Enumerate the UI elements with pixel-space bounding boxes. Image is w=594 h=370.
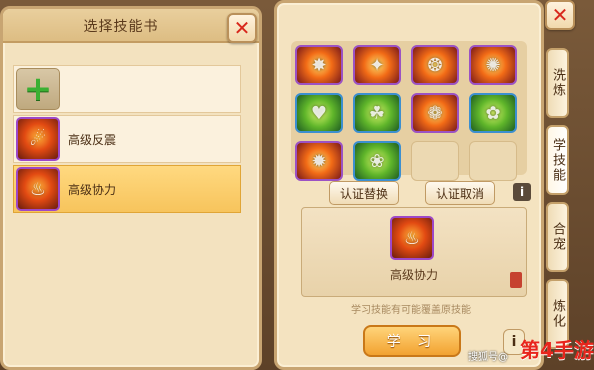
selected-skill-icon: ♨ (390, 216, 434, 260)
skill-slot[interactable]: ❁ (411, 93, 459, 133)
skill-slot[interactable]: ✹ (295, 141, 343, 181)
tab-merge-pet[interactable]: 合宠 (546, 202, 569, 272)
nature-skill-icon: ❀ (369, 150, 385, 172)
fire-skill-icon: ✦ (369, 54, 385, 76)
learn-skill-panel: ✸ ✦ ❂ ✺ ♥ ☘ ❁ ✿ ✹ ❀ 认证替换 认证取消 i ♨ 高级协力 学… (274, 0, 544, 370)
certify-replace-button[interactable]: 认证替换 (329, 181, 399, 205)
tab-refine[interactable]: 洗炼 (546, 48, 569, 118)
fire-skill-icon: ❁ (427, 102, 443, 124)
close-icon: ✕ (233, 16, 251, 40)
fire-skill-icon: ❂ (427, 54, 443, 76)
skill-book-window: 选择技能书 ✕ + ☄ 高级反震 ♨ 高级协力 (0, 6, 262, 370)
watermark-text: 搜狐号@ (468, 352, 508, 363)
window-header: 选择技能书 (3, 9, 259, 43)
skill-book-item-selected[interactable]: ♨ 高级协力 (13, 165, 241, 213)
slot-label: 高级协力 (68, 182, 117, 197)
skill-slot[interactable]: ✦ (353, 45, 401, 85)
fire-skill-icon: ✸ (311, 54, 327, 76)
close-skill-book-button[interactable]: ✕ (227, 13, 257, 43)
tab-learn-skill[interactable]: 学技能 (546, 125, 569, 195)
fire-skill-icon: ✺ (485, 54, 501, 76)
fire-skill-icon: ✹ (311, 150, 327, 172)
selected-skill-name: 高级协力 (389, 268, 438, 282)
overwrite-hint: 学习技能有可能覆盖原技能 (351, 305, 471, 316)
nature-skill-icon: ✿ (485, 102, 501, 124)
learn-button[interactable]: 学 习 (363, 325, 461, 357)
skill-book-item[interactable]: ☄ 高级反震 (13, 115, 241, 163)
brand-logo: 第4手游 (520, 338, 594, 362)
heal-skill-icon: ♥ (310, 102, 328, 124)
skill-slot[interactable]: ✿ (469, 93, 517, 133)
skill-book-icon: ☄ (16, 117, 60, 161)
seal-icon (510, 272, 522, 288)
empty-skill-slot[interactable] (411, 141, 459, 181)
skill-slot[interactable]: ❀ (353, 141, 401, 181)
skill-book-list: + ☄ 高级反震 ♨ 高级协力 (13, 65, 241, 215)
close-icon: ✕ (551, 3, 569, 27)
nature-skill-icon: ☘ (368, 102, 386, 124)
close-panel-button[interactable]: ✕ (545, 0, 575, 30)
skill-slot[interactable]: ✺ (469, 45, 517, 85)
skill-slot[interactable]: ☘ (353, 93, 401, 133)
slot-label: 高级反震 (68, 132, 117, 147)
certify-cancel-button[interactable]: 认证取消 (425, 181, 495, 205)
selected-skill-scroll: ♨ 高级协力 (301, 207, 527, 297)
window-title: 选择技能书 (83, 19, 159, 35)
skill-slot[interactable]: ❂ (411, 45, 459, 85)
skill-book-icon: ♨ (16, 167, 60, 211)
side-tabs: 洗炼 学技能 合宠 炼化 (546, 48, 584, 356)
info-icon[interactable]: i (513, 183, 531, 201)
pet-skill-grid: ✸ ✦ ❂ ✺ ♥ ☘ ❁ ✿ ✹ ❀ (291, 41, 527, 181)
skill-slot[interactable]: ♥ (295, 93, 343, 133)
add-icon: + (16, 68, 60, 110)
empty-skill-slot[interactable] (469, 141, 517, 181)
skill-slot[interactable]: ✸ (295, 45, 343, 85)
add-skill-book-slot[interactable]: + (13, 65, 241, 113)
